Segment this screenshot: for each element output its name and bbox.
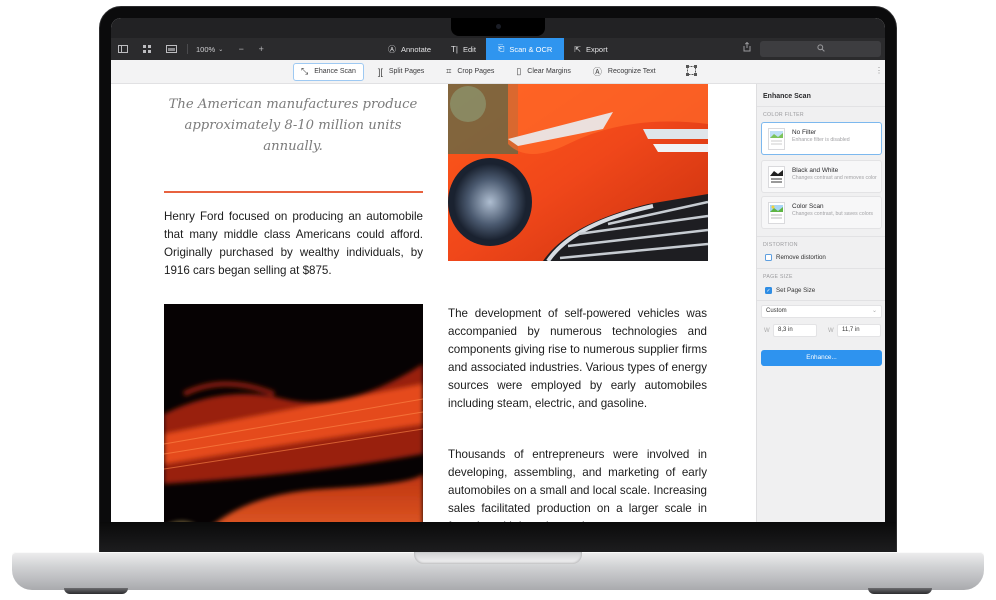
checkbox-unchecked-icon xyxy=(765,254,772,261)
tab-label: Annotate xyxy=(401,44,432,54)
checkbox-label: Remove distortion xyxy=(776,254,826,261)
toolbar-divider xyxy=(187,44,188,54)
select-value: Custom xyxy=(766,308,787,314)
laptop-foot-right xyxy=(868,588,932,594)
checkbox-label: Set Page Size xyxy=(776,287,816,294)
page-size-preset-select[interactable]: Custom ⌄ xyxy=(761,305,882,318)
checkbox-checked-icon: ✓ xyxy=(765,287,772,294)
paragraph-henry-ford: Henry Ford focused on producing an autom… xyxy=(164,210,423,277)
crop-pages-button[interactable]: ⌗ Crop Pages xyxy=(438,63,502,81)
enhance-scan-panel: Enhance Scan Color Filter No Filter Enha… xyxy=(756,84,885,522)
set-page-size-checkbox[interactable]: ✓ Set Page Size xyxy=(765,287,815,294)
recognize-text-icon: Ⓐ xyxy=(592,67,602,77)
vintage-car-image xyxy=(448,84,708,261)
zoom-in-button[interactable]: + xyxy=(253,41,269,57)
zoom-out-button[interactable]: − xyxy=(233,41,249,57)
more-icon[interactable]: ⋮ xyxy=(875,66,883,75)
panel-divider xyxy=(757,268,885,269)
panel-title: Enhance Scan xyxy=(763,93,811,100)
mode-tabs: Ⓐ Annotate T| Edit ⎗ Scan & OCR ⇱ Export xyxy=(378,38,618,60)
scan-icon: ⎗ xyxy=(497,44,505,53)
filter-option-no-filter[interactable]: No Filter Enhance filter is disabled xyxy=(761,122,882,155)
color-filter-label: Color Filter xyxy=(763,112,804,118)
pull-quote: The American manufactures produce approx… xyxy=(168,97,418,154)
search-icon xyxy=(816,44,825,54)
black-white-thumbnail-icon xyxy=(768,166,785,188)
crop-icon: ⌗ xyxy=(446,66,452,76)
remove-distortion-checkbox[interactable]: Remove distortion xyxy=(765,254,826,261)
filter-name: No Filter xyxy=(792,129,817,136)
filter-name: Black and White xyxy=(792,167,839,174)
clear-margins-button[interactable]: ▯ Clear Margins xyxy=(508,63,579,81)
panel-divider xyxy=(757,236,885,237)
document-page: The American manufactures produce approx… xyxy=(111,84,756,522)
enhance-scan-button[interactable]: ⤡ Ehance Scan xyxy=(293,62,364,81)
tool-label: Clear Margins xyxy=(527,68,571,75)
filter-option-black-and-white[interactable]: Black and White Changes contrast and rem… xyxy=(761,160,882,193)
select-area-button[interactable] xyxy=(678,63,705,81)
tool-label: Crop Pages xyxy=(457,68,495,75)
scan-tools-toolbar: ⤡ Ehance Scan ][ Split Pages ⌗ Crop Page… xyxy=(111,60,885,84)
page-size-label: Page Size xyxy=(763,274,793,280)
tab-label: Edit xyxy=(463,44,476,54)
share-icon[interactable] xyxy=(743,41,751,54)
paragraph-entrepreneurs: Thousands of entrepreneurs were involved… xyxy=(448,448,707,522)
tab-scan-ocr[interactable]: ⎗ Scan & OCR xyxy=(485,38,565,60)
grid-icon[interactable] xyxy=(139,41,155,57)
no-filter-thumbnail-icon xyxy=(768,128,785,150)
distortion-label: Distortion xyxy=(763,242,798,248)
single-page-icon[interactable] xyxy=(163,41,179,57)
tab-annotate[interactable]: Ⓐ Annotate xyxy=(378,38,441,60)
tab-label: Export xyxy=(585,44,608,54)
height-input[interactable]: 11,7 in xyxy=(837,324,881,337)
camera-notch xyxy=(451,18,545,36)
filter-description: Enhance filter is disabled xyxy=(792,137,850,143)
recognize-text-button[interactable]: Ⓐ Recognize Text xyxy=(585,63,664,81)
height-label: W xyxy=(828,328,834,334)
laptop-bezel-chin xyxy=(100,522,896,554)
tab-edit[interactable]: T| Edit xyxy=(441,38,486,60)
laptop-foot-left xyxy=(64,588,128,594)
app-window: 100% ⌄ − + Ⓐ Annotate T| Edit ⎗ Scan & O… xyxy=(111,18,885,522)
enhance-scan-icon: ⤡ xyxy=(301,66,309,76)
tool-label: Ehance Scan xyxy=(314,68,356,75)
width-label: W xyxy=(764,328,770,334)
filter-description: Changes contrast and removes color xyxy=(792,175,877,181)
tool-label: Recognize Text xyxy=(607,68,656,75)
panel-divider xyxy=(757,300,885,301)
select-area-icon xyxy=(685,65,697,78)
edit-text-icon: T| xyxy=(451,44,458,54)
split-pages-button[interactable]: ][ Split Pages xyxy=(370,63,432,81)
tool-label: Split Pages xyxy=(388,68,425,75)
export-icon: ⇱ xyxy=(574,44,581,54)
main-toolbar: 100% ⌄ − + Ⓐ Annotate T| Edit ⎗ Scan & O… xyxy=(111,38,885,60)
width-input[interactable]: 8,3 in xyxy=(773,324,817,337)
annotate-icon: Ⓐ xyxy=(388,44,396,54)
panel-divider xyxy=(757,106,885,107)
color-scan-thumbnail-icon xyxy=(768,202,785,224)
paragraph-self-powered-vehicles: The development of self-powered vehicles… xyxy=(448,307,707,410)
filter-description: Changes contrast, but saves colors xyxy=(792,211,874,217)
search-input[interactable] xyxy=(760,41,881,57)
zoom-level-dropdown[interactable]: 100% ⌄ xyxy=(196,45,223,54)
light-trails-image xyxy=(164,304,423,522)
chevron-down-icon: ⌄ xyxy=(871,308,877,314)
split-pages-icon: ][ xyxy=(377,66,383,77)
tab-label: Scan & OCR xyxy=(509,44,553,54)
laptop-opening-notch xyxy=(414,552,582,564)
enhance-button[interactable]: Enhance... xyxy=(761,350,882,366)
sidebar-icon[interactable] xyxy=(115,41,131,57)
chevron-down-icon: ⌄ xyxy=(218,46,224,53)
clear-margins-icon: ▯ xyxy=(516,66,522,76)
filter-name: Color Scan xyxy=(792,203,824,210)
zoom-level-value: 100% xyxy=(196,44,216,54)
camera-icon xyxy=(496,24,501,29)
filter-option-color-scan[interactable]: Color Scan Changes contrast, but saves c… xyxy=(761,196,882,229)
tab-export[interactable]: ⇱ Export xyxy=(564,38,617,60)
quote-divider xyxy=(164,191,423,193)
